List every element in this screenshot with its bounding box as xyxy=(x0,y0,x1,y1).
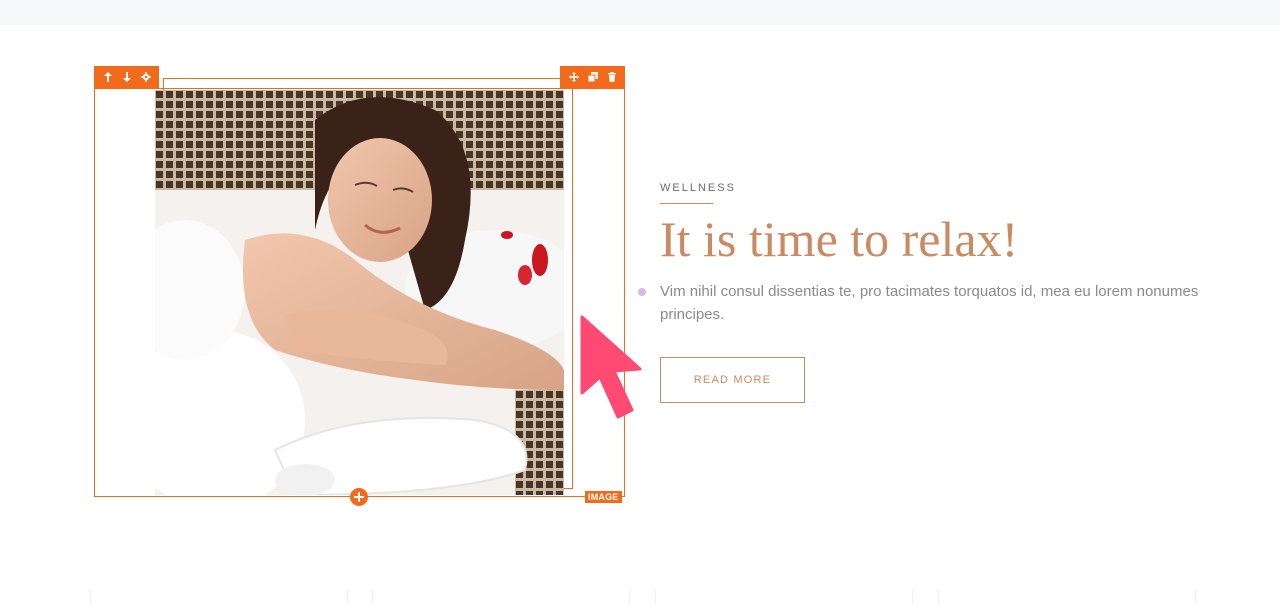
move-up-icon[interactable] xyxy=(99,68,117,86)
next-section-cards xyxy=(0,590,1280,604)
spa-photo-illustration xyxy=(155,90,564,495)
block-toolbar-right xyxy=(560,66,625,88)
plus-icon xyxy=(354,492,364,502)
settings-icon[interactable] xyxy=(137,68,155,86)
section-body-text: Vim nihil consul dissentias te, pro taci… xyxy=(660,283,1199,323)
section-eyebrow: WELLNESS xyxy=(660,182,736,194)
spa-woman-photo[interactable] xyxy=(155,90,564,495)
move-down-icon[interactable] xyxy=(118,68,136,86)
add-block-button[interactable] xyxy=(350,488,368,506)
section-heading: It is time to relax! xyxy=(660,211,1019,267)
drag-move-icon[interactable] xyxy=(565,68,583,86)
delete-icon[interactable] xyxy=(603,68,621,86)
mouse-pointer-icon xyxy=(580,315,642,419)
block-toolbar-left xyxy=(94,66,159,88)
top-band xyxy=(0,0,1280,25)
duplicate-icon[interactable] xyxy=(584,68,602,86)
read-more-button[interactable]: READ MORE xyxy=(660,357,805,403)
text-block-handle-dot[interactable] xyxy=(638,288,646,296)
card-outline xyxy=(655,590,913,604)
element-type-badge: IMAGE xyxy=(585,491,622,503)
eyebrow-divider xyxy=(660,203,713,204)
card-outline xyxy=(90,590,348,604)
card-outline xyxy=(938,590,1196,604)
card-outline xyxy=(372,590,630,604)
